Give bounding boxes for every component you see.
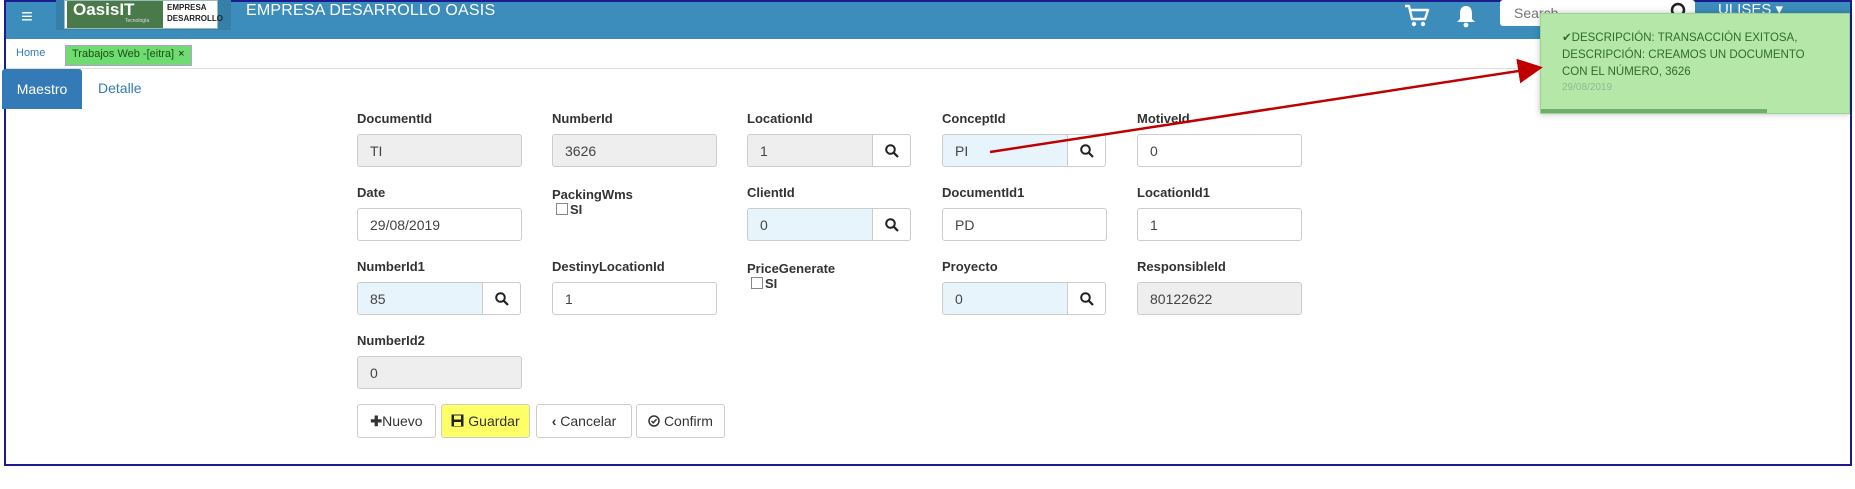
destiny-location-id-label: DestinyLocationId	[552, 259, 665, 274]
logo-suffix: IT	[119, 0, 135, 19]
number-id-field[interactable]	[552, 134, 717, 167]
nuevo-button-label: Nuevo	[382, 412, 423, 429]
notification-message: ✔DESCRIPCIÓN: TRANSACCIÓN EXITOSA, DESCR…	[1562, 30, 1832, 81]
price-generate-check-label: SI	[765, 276, 778, 291]
location-id1-label: LocationId1	[1137, 185, 1210, 200]
number-id1-search-button[interactable]	[482, 282, 521, 315]
menu-toggle-icon[interactable]: ≡	[14, 5, 40, 31]
proyecto-search-button[interactable]	[1067, 282, 1106, 315]
document-id-field[interactable]	[357, 134, 522, 167]
search-icon	[495, 292, 509, 306]
price-generate-checkbox[interactable]	[751, 277, 763, 289]
client-id-search-button[interactable]	[872, 208, 911, 241]
cancelar-button[interactable]: ‹ Cancelar	[536, 404, 632, 438]
location-id-field[interactable]	[747, 134, 873, 167]
number-id1-label: NumberId1	[357, 259, 425, 274]
tab-detalle[interactable]: Detalle	[98, 80, 142, 96]
bell-icon[interactable]	[1456, 4, 1480, 30]
client-id-field[interactable]	[747, 208, 873, 241]
success-notification[interactable]: ✔DESCRIPCIÓN: TRANSACCIÓN EXITOSA, DESCR…	[1540, 13, 1850, 114]
document-id-label: DocumentId	[357, 111, 433, 126]
location-id-label: LocationId	[747, 111, 813, 126]
tab-home[interactable]: Home	[16, 47, 45, 59]
search-icon	[885, 218, 899, 232]
close-icon[interactable]: ×	[178, 48, 184, 60]
number-id2-label: NumberId2	[357, 333, 425, 348]
chevron-left-icon: ‹	[551, 413, 557, 429]
price-generate-group: PriceGenerateSI	[747, 261, 835, 291]
notification-text: DESCRIPCIÓN: TRANSACCIÓN EXITOSA, DESCRI…	[1562, 32, 1805, 78]
tab-trabajos-web[interactable]: Trabajos Web -[eitra] ×	[65, 45, 192, 66]
search-icon	[885, 144, 899, 158]
logo-panel: OasisIT Tecnología EMPRESA DESARROLLO	[64, 0, 223, 29]
packing-wms-check-label: SI	[570, 202, 583, 217]
packing-wms-checkbox[interactable]	[556, 203, 568, 215]
save-icon	[451, 413, 468, 429]
search-icon	[1080, 292, 1094, 306]
search-icon	[1080, 144, 1094, 158]
date-label: Date	[357, 185, 386, 200]
proyecto-field[interactable]	[942, 282, 1068, 315]
logo-company-line1: EMPRESA	[167, 3, 207, 12]
destiny-location-id-field[interactable]	[552, 282, 717, 315]
concept-id-search-button[interactable]	[1067, 134, 1106, 167]
number-id-label: NumberId	[552, 111, 613, 126]
motive-id-field[interactable]	[1137, 134, 1302, 167]
tab-maestro[interactable]: Maestro	[2, 69, 82, 109]
price-generate-label: PriceGenerate	[747, 261, 836, 276]
guardar-button[interactable]: Guardar	[441, 404, 530, 438]
tab-trabajos-web-label: Trabajos Web -[eitra]	[72, 48, 175, 60]
document-id1-label: DocumentId1	[942, 185, 1025, 200]
notification-date: 29/08/2019	[1562, 82, 1613, 93]
check-icon: ✔	[1562, 32, 1572, 44]
notification-progress-bar	[1541, 109, 1767, 113]
number-id2-field[interactable]	[357, 356, 522, 389]
cancelar-button-label: Cancelar	[560, 413, 617, 429]
logo-text: Oasis	[73, 0, 120, 19]
logo-company-line2: DESARROLLO	[167, 14, 223, 23]
concept-id-field[interactable]	[942, 134, 1068, 167]
logo-company-text: EMPRESA DESARROLLO	[167, 2, 223, 24]
logo[interactable]: OasisIT Tecnología EMPRESA DESARROLLO	[56, 0, 231, 30]
concept-id-label: ConceptId	[942, 111, 1006, 126]
date-field[interactable]	[357, 208, 522, 241]
number-id1-field[interactable]	[357, 282, 483, 315]
confirm-button-label: Confirm	[663, 413, 713, 429]
plus-icon: ✚	[370, 412, 383, 429]
motive-id-label: MotiveId	[1137, 111, 1190, 126]
proyecto-label: Proyecto	[942, 259, 998, 274]
location-id1-field[interactable]	[1137, 208, 1302, 241]
confirm-button[interactable]: Confirm	[636, 404, 725, 438]
check-circle-icon	[648, 413, 664, 429]
responsible-id-label: ResponsibleId	[1137, 259, 1226, 274]
cart-icon[interactable]	[1404, 4, 1432, 30]
logo-subtext: Tecnología	[125, 18, 150, 24]
document-id1-field[interactable]	[942, 208, 1107, 241]
guardar-button-label: Guardar	[468, 413, 520, 429]
responsible-id-field[interactable]	[1137, 282, 1302, 315]
nuevo-button[interactable]: ✚Nuevo	[357, 404, 436, 438]
client-id-label: ClientId	[747, 185, 795, 200]
packing-wms-label: PackingWms	[552, 187, 633, 202]
packing-wms-group: PackingWmsSI	[552, 187, 633, 217]
location-id-search-button[interactable]	[872, 134, 911, 167]
company-title: EMPRESA DESARROLLO OASIS	[246, 2, 496, 19]
